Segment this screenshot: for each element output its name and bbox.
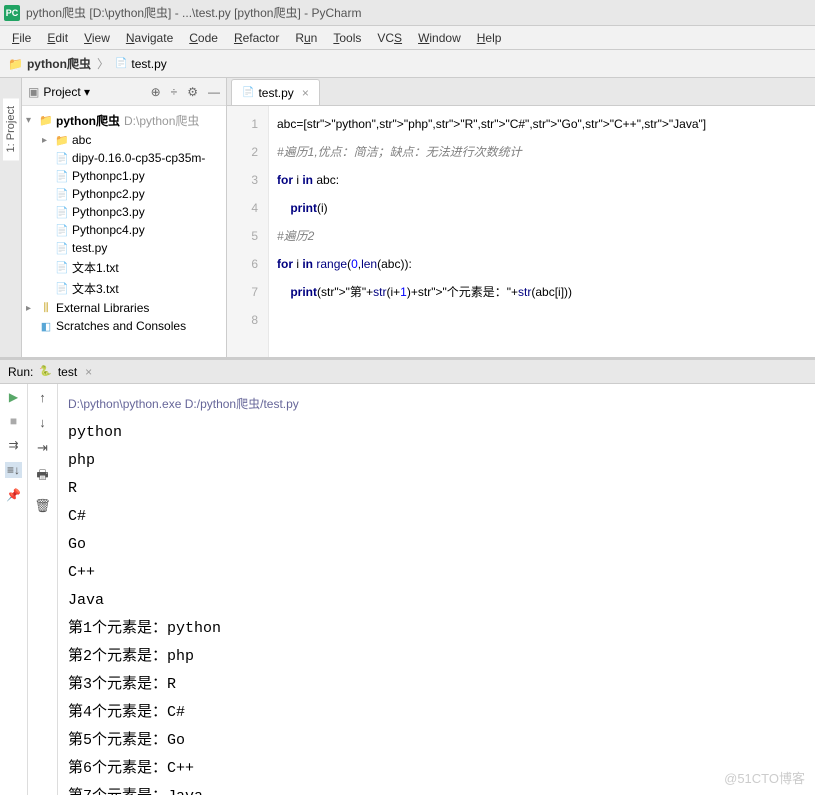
folder-icon: ▣: [28, 85, 39, 99]
stop-icon[interactable]: ■: [10, 414, 17, 428]
chevron-right-icon: 〉: [97, 55, 109, 72]
run-panel: Run: 🐍 test × ▶ ■ ⇉ ≡↓ 📌 ↑ ↓ ⇥ 🖶 🗑 D:\py…: [0, 357, 815, 795]
tree-item[interactable]: 📄文本1.txt: [22, 257, 226, 278]
window-title: python爬虫 [D:\python爬虫] - ...\test.py [py…: [26, 4, 361, 21]
folder-icon: 📁: [38, 114, 54, 127]
play-icon[interactable]: ▶: [9, 390, 18, 404]
close-icon[interactable]: ×: [302, 86, 309, 100]
menu-tools[interactable]: Tools: [325, 29, 369, 47]
project-tree: ▾ 📁 python爬虫 D:\python爬虫 ▸📁abc📄dipy-0.16…: [22, 106, 226, 357]
tree-item[interactable]: 📄Pythonpc1.py: [22, 167, 226, 185]
watermark: @51CTO博客: [724, 768, 805, 787]
breadcrumb: 📁 python爬虫 〉 📄 test.py: [0, 50, 815, 78]
tree-item[interactable]: 📄文本3.txt: [22, 278, 226, 299]
menu-view[interactable]: View: [76, 29, 118, 47]
breadcrumb-file[interactable]: test.py: [131, 57, 166, 71]
tree-root[interactable]: ▾ 📁 python爬虫 D:\python爬虫: [22, 110, 226, 131]
close-icon[interactable]: ×: [85, 365, 92, 379]
tree-item[interactable]: 📄test.py: [22, 239, 226, 257]
run-header: Run: 🐍 test ×: [0, 360, 815, 384]
run-toolbar-left: ▶ ■ ⇉ ≡↓ 📌: [0, 384, 28, 795]
code-editor[interactable]: 12345678 abc=[str">"python",str">"php",s…: [227, 106, 815, 357]
down-icon[interactable]: ↓: [39, 415, 46, 430]
project-panel-title: Project ▾: [43, 85, 150, 99]
layout-icon[interactable]: ⇉: [8, 438, 18, 452]
tree-item[interactable]: 📄Pythonpc3.py: [22, 203, 226, 221]
tree-item[interactable]: ▸📁abc: [22, 131, 226, 149]
menu-run[interactable]: Run: [287, 29, 325, 47]
project-header: ▣ Project ▾ ⊕ ÷ ⚙ —: [22, 78, 226, 106]
tree-scratches[interactable]: ◧ Scratches and Consoles: [22, 317, 226, 335]
menu-code[interactable]: Code: [181, 29, 226, 47]
trash-icon[interactable]: 🗑: [34, 498, 51, 514]
layout2-icon[interactable]: ≡↓: [5, 462, 22, 478]
menu-navigate[interactable]: Navigate: [118, 29, 181, 47]
python-file-icon: 📄: [242, 87, 254, 98]
print-icon[interactable]: 🖶: [36, 466, 48, 488]
chevron-down-icon[interactable]: ▾: [26, 115, 38, 126]
menu-file[interactable]: File: [4, 29, 39, 47]
wrap-icon[interactable]: ⇥: [37, 440, 48, 456]
editor-tab[interactable]: 📄 test.py ×: [231, 79, 320, 105]
menu-help[interactable]: Help: [469, 29, 510, 47]
gear-icon[interactable]: ⚙: [187, 85, 198, 99]
collapse-icon[interactable]: ⊕: [151, 85, 161, 99]
line-gutter: 12345678: [227, 106, 269, 357]
menu-vcs[interactable]: VCS: [369, 29, 410, 47]
run-label: Run:: [8, 365, 33, 379]
left-tab-strip: 1: Project: [0, 78, 22, 357]
chevron-right-icon[interactable]: ▸: [26, 303, 38, 314]
folder-icon: 📁: [8, 57, 23, 71]
python-icon: 🐍: [39, 366, 51, 377]
titlebar: PC python爬虫 [D:\python爬虫] - ...\test.py …: [0, 0, 815, 26]
console-output[interactable]: D:\python\python.exe D:/python爬虫/test.py…: [58, 384, 815, 795]
tree-item[interactable]: 📄Pythonpc4.py: [22, 221, 226, 239]
tree-item[interactable]: 📄dipy-0.16.0-cp35-cp35m-: [22, 149, 226, 167]
run-toolbar-right: ↑ ↓ ⇥ 🖶 🗑: [28, 384, 58, 795]
hide-icon[interactable]: —: [208, 85, 220, 99]
library-icon: ⫼: [38, 302, 54, 315]
divide-icon[interactable]: ÷: [171, 85, 178, 99]
code-content[interactable]: abc=[str">"python",str">"php",str">"R",s…: [269, 106, 714, 357]
tree-external-libs[interactable]: ▸ ⫼ External Libraries: [22, 299, 226, 317]
menu-window[interactable]: Window: [410, 29, 469, 47]
breadcrumb-project[interactable]: python爬虫: [27, 55, 91, 72]
editor-area: 📄 test.py × 12345678 abc=[str">"python",…: [227, 78, 815, 357]
app-icon: PC: [4, 5, 20, 21]
python-file-icon: 📄: [115, 58, 127, 69]
run-config-name[interactable]: test: [58, 365, 77, 379]
menubar: File Edit View Navigate Code Refactor Ru…: [0, 26, 815, 50]
menu-edit[interactable]: Edit: [39, 29, 76, 47]
pin-icon[interactable]: 📌: [6, 488, 21, 502]
project-panel: ▣ Project ▾ ⊕ ÷ ⚙ — ▾ 📁 python爬虫 D:\pyth…: [22, 78, 227, 357]
up-icon[interactable]: ↑: [39, 390, 46, 405]
tree-item[interactable]: 📄Pythonpc2.py: [22, 185, 226, 203]
project-tab[interactable]: 1: Project: [3, 98, 19, 160]
editor-tab-strip: 📄 test.py ×: [227, 78, 815, 106]
menu-refactor[interactable]: Refactor: [226, 29, 287, 47]
scratch-icon: ◧: [38, 320, 54, 333]
